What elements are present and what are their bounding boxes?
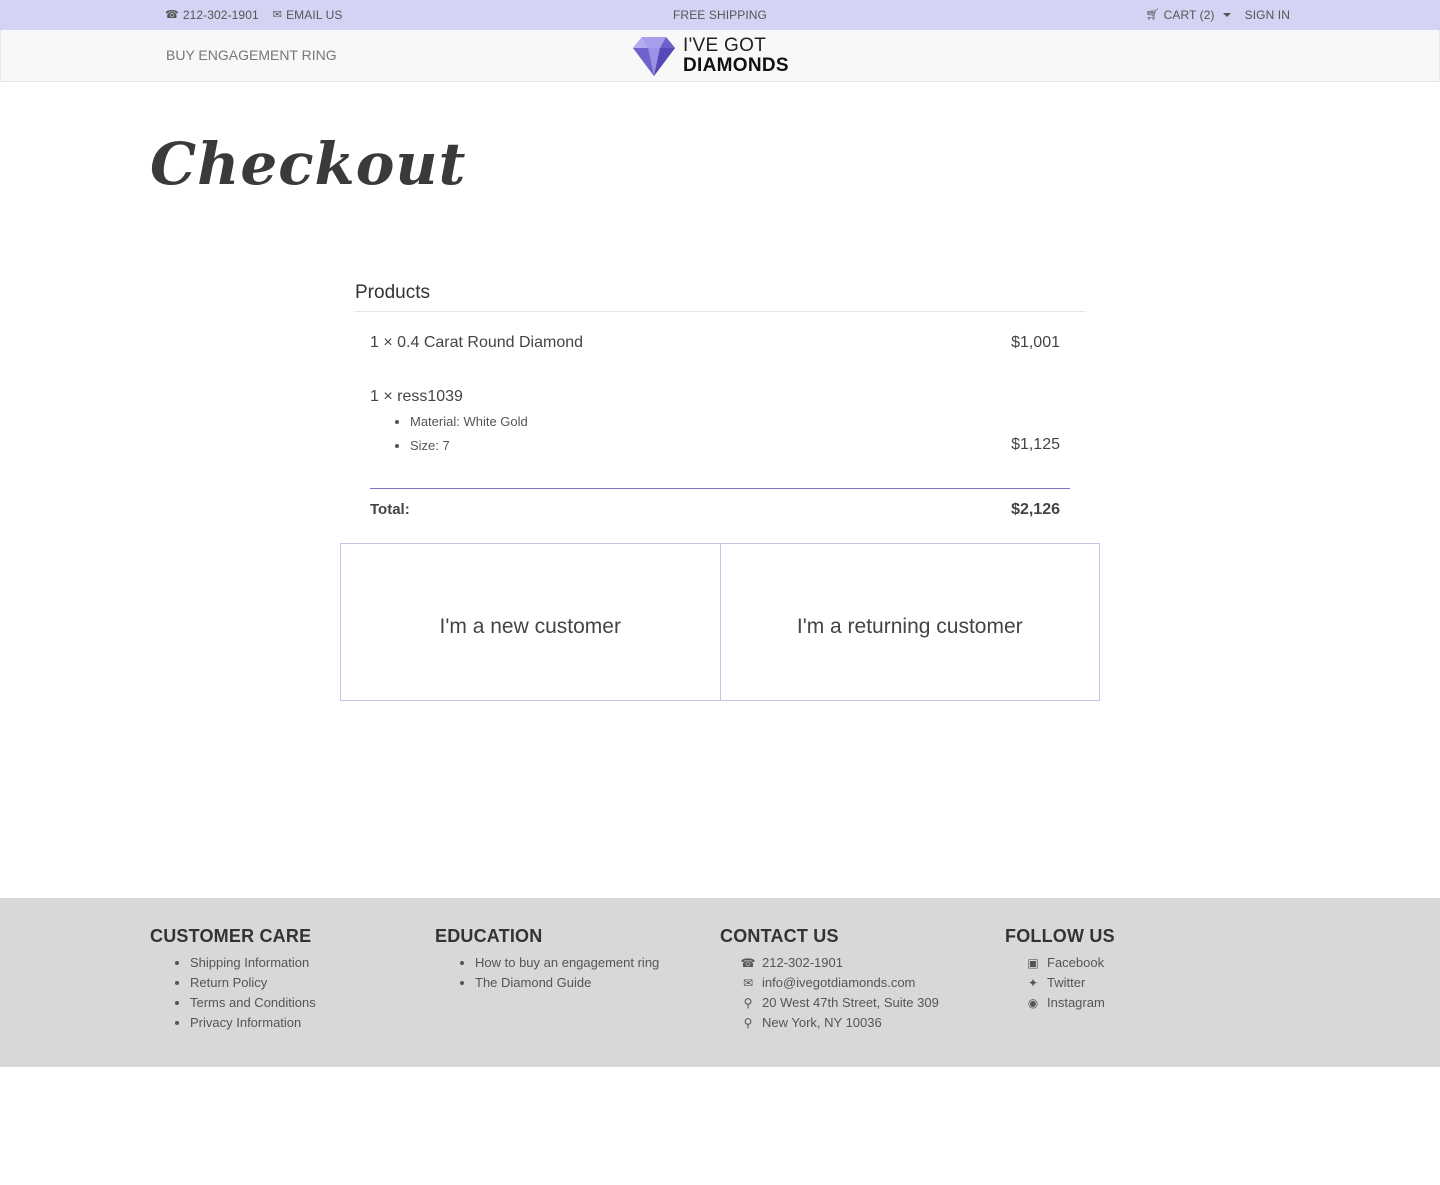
footer-link-privacy: Privacy Information bbox=[190, 1013, 316, 1033]
contact-phone-text[interactable]: 212-302-1901 bbox=[762, 955, 843, 970]
footer-social-list: ▣ Facebook ✦ Twitter ◉ Instagram bbox=[1005, 953, 1115, 1013]
cart-icon: 🛒︎ bbox=[1145, 8, 1160, 21]
top-bar-right: 🛒︎ CART (2) SIGN IN bbox=[1146, 8, 1291, 22]
site-footer: CUSTOMER CARE Shipping Information Retur… bbox=[0, 898, 1440, 1067]
footer-link-text[interactable]: Shipping Information bbox=[190, 955, 309, 970]
chevron-down-icon bbox=[1222, 13, 1231, 17]
products-summary: Products 1 × 0.4 Carat Round Diamond $1,… bbox=[355, 282, 1085, 518]
footer-link-list: Shipping Information Return Policy Terms… bbox=[150, 953, 316, 1033]
social-link-text[interactable]: Twitter bbox=[1047, 975, 1085, 990]
footer-heading: FOLLOW US bbox=[1005, 926, 1115, 946]
footer-customer-care: CUSTOMER CARE Shipping Information Retur… bbox=[150, 926, 316, 1033]
footer-follow: FOLLOW US ▣ Facebook ✦ Twitter ◉ Instagram bbox=[1005, 926, 1115, 1013]
total-divider bbox=[370, 488, 1070, 489]
footer-link-diamond-guide: The Diamond Guide bbox=[475, 973, 659, 993]
footer-link-text[interactable]: Privacy Information bbox=[190, 1015, 301, 1030]
footer-link-text[interactable]: How to buy an engagement ring bbox=[475, 955, 659, 970]
footer-link-text[interactable]: Terms and Conditions bbox=[190, 995, 316, 1010]
map-marker-icon: ⚲ bbox=[743, 1016, 753, 1030]
returning-customer-button[interactable]: I'm a returning customer bbox=[719, 544, 1099, 700]
phone-icon: ☎ bbox=[165, 8, 179, 21]
sign-in-link[interactable]: SIGN IN bbox=[1245, 8, 1290, 22]
cart-dropdown[interactable]: 🛒︎ CART (2) bbox=[1146, 8, 1231, 22]
contact-email-text[interactable]: info@ivegotdiamonds.com bbox=[762, 975, 915, 990]
main-navbar: BUY ENGAGEMENT RING I'VE GOT DIAMONDS bbox=[0, 30, 1440, 82]
top-bar: ☎ 212-302-1901 ✉ EMAIL US FREE SHIPPING … bbox=[0, 0, 1440, 30]
product-options-list: Material: White Gold Size: 7 bbox=[410, 413, 528, 461]
contact-address-text: New York, NY 10036 bbox=[762, 1015, 882, 1030]
logo-line-1: I'VE GOT bbox=[683, 35, 767, 57]
footer-link-how-to-buy: How to buy an engagement ring bbox=[475, 953, 659, 973]
products-heading: Products bbox=[355, 282, 1085, 312]
footer-link-return: Return Policy bbox=[190, 973, 316, 993]
footer-contact: CONTACT US ☎ 212-302-1901 ✉ info@ivegotdia… bbox=[720, 926, 939, 1033]
page-title: Checkout bbox=[150, 130, 467, 198]
new-customer-button[interactable]: I'm a new customer bbox=[341, 544, 720, 700]
product-item-name: 1 × ress1039 bbox=[370, 388, 463, 405]
social-link-text[interactable]: Facebook bbox=[1047, 955, 1104, 970]
instagram-icon: ◉ bbox=[1027, 996, 1039, 1010]
facebook-icon: ▣ bbox=[1027, 956, 1039, 970]
product-option: Material: White Gold bbox=[410, 413, 528, 437]
footer-heading: CUSTOMER CARE bbox=[150, 926, 312, 946]
total-value: $2,126 bbox=[1011, 501, 1060, 518]
contact-address-text: 20 West 47th Street, Suite 309 bbox=[762, 995, 939, 1010]
footer-education: EDUCATION How to buy an engagement ring … bbox=[435, 926, 659, 993]
buy-engagement-ring-link[interactable]: BUY ENGAGEMENT RING bbox=[166, 47, 337, 63]
diamond-logo-icon bbox=[633, 37, 675, 76]
map-marker-icon: ⚲ bbox=[743, 996, 753, 1010]
top-bar-left: ☎ 212-302-1901 ✉ EMAIL US bbox=[165, 8, 342, 22]
logo-wordmark: I'VE GOT DIAMONDS bbox=[683, 36, 789, 76]
site-logo[interactable]: I'VE GOT DIAMONDS bbox=[633, 35, 789, 77]
product-item-price: $1,125 bbox=[1011, 436, 1060, 453]
customer-type-selector: I'm a new customer I'm a returning custo… bbox=[340, 543, 1100, 701]
logo-line-2: DIAMONDS bbox=[683, 55, 789, 76]
footer-social-facebook: ▣ Facebook bbox=[1025, 953, 1115, 973]
footer-contact-phone: ☎ 212-302-1901 bbox=[740, 953, 939, 973]
footer-link-text[interactable]: Return Policy bbox=[190, 975, 267, 990]
product-item-price: $1,001 bbox=[1011, 334, 1060, 351]
footer-contact-list: ☎ 212-302-1901 ✉ info@ivegotdiamonds.com ⚲… bbox=[720, 953, 939, 1033]
email-us-link[interactable]: ✉ EMAIL US bbox=[273, 8, 343, 22]
phone-number: 212-302-1901 bbox=[182, 8, 259, 22]
footer-contact-address-1: ⚲ 20 West 47th Street, Suite 309 bbox=[740, 993, 939, 1013]
footer-link-list: How to buy an engagement ring The Diamon… bbox=[435, 953, 659, 993]
envelope-icon: ✉ bbox=[742, 976, 754, 990]
cart-label: CART (2) bbox=[1163, 8, 1215, 22]
phone-icon: ☎ bbox=[740, 956, 756, 970]
footer-social-twitter: ✦ Twitter bbox=[1025, 973, 1115, 993]
total-label: Total: bbox=[370, 501, 410, 518]
footer-contact-email: ✉ info@ivegotdiamonds.com bbox=[740, 973, 939, 993]
footer-link-text[interactable]: The Diamond Guide bbox=[475, 975, 591, 990]
footer-heading: CONTACT US bbox=[720, 926, 839, 946]
footer-link-shipping: Shipping Information bbox=[190, 953, 316, 973]
product-item-name: 1 × 0.4 Carat Round Diamond bbox=[370, 334, 584, 351]
envelope-icon: ✉ bbox=[272, 8, 283, 21]
twitter-icon: ✦ bbox=[1027, 976, 1039, 990]
email-us-label: EMAIL US bbox=[286, 8, 343, 22]
footer-heading: EDUCATION bbox=[435, 926, 543, 946]
free-shipping-promo: FREE SHIPPING bbox=[673, 8, 767, 22]
footer-link-terms: Terms and Conditions bbox=[190, 993, 316, 1013]
product-option: Size: 7 bbox=[410, 437, 528, 461]
social-link-text[interactable]: Instagram bbox=[1047, 995, 1105, 1010]
footer-contact-address-2: ⚲ New York, NY 10036 bbox=[740, 1013, 939, 1033]
phone-link[interactable]: ☎ 212-302-1901 bbox=[165, 8, 259, 22]
footer-social-instagram: ◉ Instagram bbox=[1025, 993, 1115, 1013]
